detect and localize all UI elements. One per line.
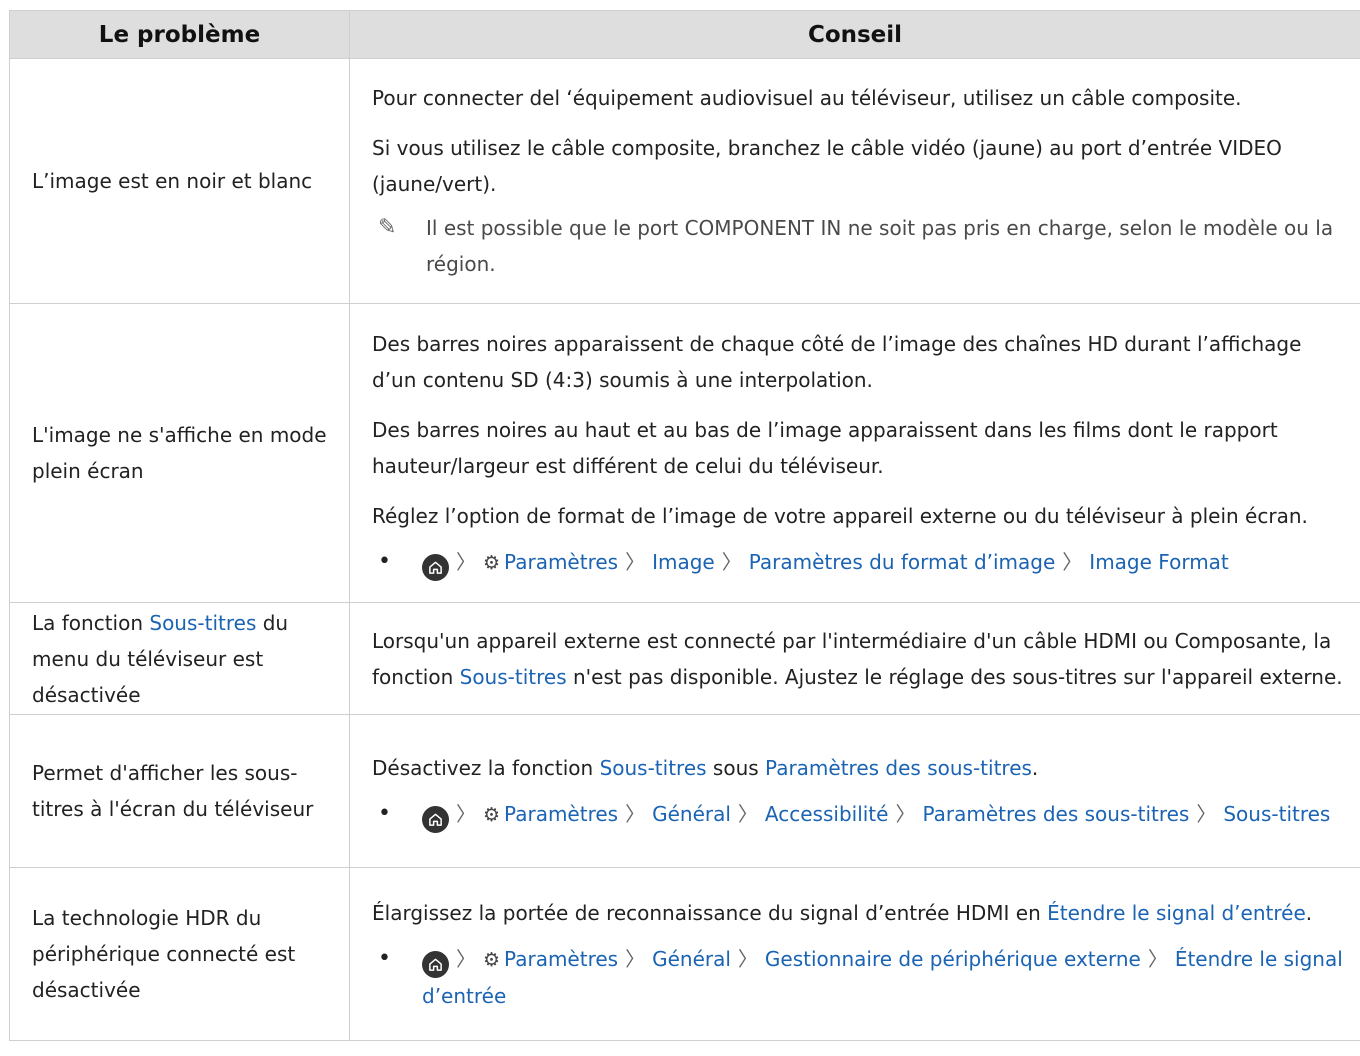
menu-link-settings[interactable]: Paramètres xyxy=(504,550,618,574)
subtitles-link[interactable]: Sous-titres xyxy=(600,756,707,780)
problem-cell: L'image ne s'affiche en mode plein écran xyxy=(9,303,350,603)
tip-text: n'est pas disponible. Ajustez le réglage… xyxy=(566,664,1343,689)
menu-path: • 〉 ⚙ Paramètres 〉 Image 〉 Paramètres du forma… xyxy=(372,544,1350,581)
menu-link-settings[interactable]: Paramètres xyxy=(504,947,618,971)
table-row: La fonction Sous-titres du menu du télév… xyxy=(9,602,1360,715)
chevron-right-icon: 〉 xyxy=(737,801,758,826)
menu-link-settings[interactable]: Paramètres xyxy=(504,802,618,826)
note-text: Il est possible que le port COMPONENT IN… xyxy=(426,216,1334,276)
chevron-right-icon: 〉 xyxy=(456,549,476,574)
subtitles-link[interactable]: Sous-titres xyxy=(460,665,567,689)
table-row: L’image est en noir et blanc Pour connec… xyxy=(9,58,1360,304)
menu-link-accessibility[interactable]: Accessibilité xyxy=(765,802,889,826)
chevron-right-icon: 〉 xyxy=(895,801,916,826)
chevron-right-icon: 〉 xyxy=(625,549,646,574)
tip-text-part: Élargissez la portée de reconnaissance d… xyxy=(372,900,1048,925)
problem-text: La fonction xyxy=(32,610,150,635)
menu-link-subtitle-settings[interactable]: Paramètres des sous-titres xyxy=(922,802,1189,826)
chevron-right-icon: 〉 xyxy=(1062,549,1083,574)
problem-cell: La technologie HDR du périphérique conne… xyxy=(9,867,350,1041)
tip-text: Des barres noires apparaissent de chaque… xyxy=(372,331,1302,392)
tip-text-part: sous xyxy=(706,755,766,780)
troubleshooting-table: Le problème Conseil L’image est en noir … xyxy=(9,10,1360,1041)
problem-cell: L’image est en noir et blanc xyxy=(9,58,350,304)
extend-input-signal-link[interactable]: Étendre le signal d’entrée xyxy=(1047,901,1306,925)
menu-link-image[interactable]: Image xyxy=(652,550,715,574)
gear-icon: ⚙ xyxy=(483,803,501,826)
tip-text-part: . xyxy=(1031,755,1039,780)
menu-link-external-device-manager[interactable]: Gestionnaire de périphérique externe xyxy=(765,947,1141,971)
problem-cell: La fonction Sous-titres du menu du télév… xyxy=(9,602,350,715)
bullet: • xyxy=(378,945,391,971)
chevron-right-icon: 〉 xyxy=(456,946,476,971)
table-row: L'image ne s'affiche en mode plein écran… xyxy=(9,303,1360,603)
chevron-right-icon: 〉 xyxy=(721,549,742,574)
tip-text: Pour connecter del ‘équipement audiovisu… xyxy=(372,86,1242,110)
pencil-note-icon: ✎ xyxy=(378,215,397,240)
problem-cell: Permet d'afficher les sous-titres à l'éc… xyxy=(9,714,350,868)
note: ✎ Il est possible que le port COMPONENT … xyxy=(372,210,1350,282)
menu-path: • 〉 ⚙ Paramètres 〉 Général 〉 Gestionnaire de p… xyxy=(372,941,1350,1014)
menu-link-subtitles[interactable]: Sous-titres xyxy=(1223,802,1330,826)
tip-text: Désactivez la fonction Sous-titres sous … xyxy=(372,750,1350,786)
advice-cell: Des barres noires apparaissent de chaque… xyxy=(349,303,1360,603)
gear-icon: ⚙ xyxy=(483,948,501,971)
chevron-right-icon: 〉 xyxy=(1196,801,1217,826)
menu-link-general[interactable]: Général xyxy=(652,802,731,826)
gear-icon: ⚙ xyxy=(483,551,501,574)
advice-cell: Désactivez la fonction Sous-titres sous … xyxy=(349,714,1360,868)
tip-text: Élargissez la portée de reconnaissance d… xyxy=(372,895,1350,931)
home-icon xyxy=(422,950,449,978)
header-problem: Le problème xyxy=(9,10,350,59)
menu-link-format-settings[interactable]: Paramètres du format d’image xyxy=(749,550,1056,574)
chevron-right-icon: 〉 xyxy=(456,801,476,826)
table-row: La technologie HDR du périphérique conne… xyxy=(9,867,1360,1041)
tip-text: Réglez l’option de format de l’image de … xyxy=(372,503,1308,528)
tip-text: Des barres noires au haut et au bas de l… xyxy=(372,417,1278,478)
advice-cell: Pour connecter del ‘équipement audiovisu… xyxy=(349,58,1360,304)
tip-text-part: Désactivez la fonction xyxy=(372,755,600,780)
chevron-right-icon: 〉 xyxy=(1147,946,1168,971)
tip-text: Si vous utilisez le câble composite, bra… xyxy=(372,136,1282,196)
table-row: Permet d'afficher les sous-titres à l'éc… xyxy=(9,714,1360,868)
bullet: • xyxy=(378,548,391,574)
menu-path: • 〉 ⚙ Paramètres 〉 Général 〉 Accessibilité 〉 Par… xyxy=(372,796,1350,833)
chevron-right-icon: 〉 xyxy=(625,946,646,971)
menu-link-image-format[interactable]: Image Format xyxy=(1089,550,1228,574)
advice-cell: Lorsqu'un appareil externe est connecté … xyxy=(349,602,1360,715)
subtitle-settings-link[interactable]: Paramètres des sous-titres xyxy=(765,756,1032,780)
tip-text-part: . xyxy=(1305,900,1313,925)
home-icon xyxy=(422,553,449,581)
bullet: • xyxy=(378,800,391,826)
subtitles-link[interactable]: Sous-titres xyxy=(149,611,256,635)
table-header-row: Le problème Conseil xyxy=(9,10,1360,59)
header-advice: Conseil xyxy=(349,10,1360,59)
menu-link-general[interactable]: Général xyxy=(652,947,731,971)
advice-cell: Élargissez la portée de reconnaissance d… xyxy=(349,867,1360,1041)
home-icon xyxy=(422,805,449,833)
chevron-right-icon: 〉 xyxy=(737,946,758,971)
chevron-right-icon: 〉 xyxy=(625,801,646,826)
